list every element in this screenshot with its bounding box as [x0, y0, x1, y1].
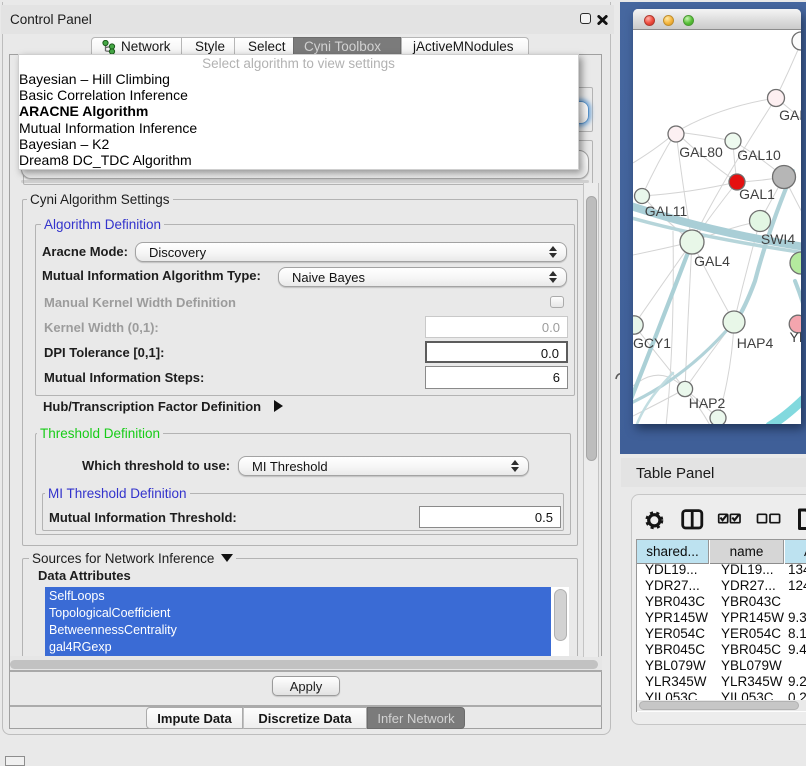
svg-text:SWI4: SWI4 [761, 231, 795, 247]
svg-text:YM: YM [790, 329, 802, 345]
svg-text:GAL80: GAL80 [679, 144, 723, 160]
svg-text:GAL10: GAL10 [737, 147, 781, 163]
svg-text:GCY1: GCY1 [633, 335, 671, 351]
svg-text:GAL4: GAL4 [694, 253, 730, 269]
svg-text:GAL2: GAL2 [779, 107, 801, 123]
svg-text:HAP4: HAP4 [737, 335, 774, 351]
svg-text:HAP2: HAP2 [689, 395, 726, 411]
svg-text:GAL1: GAL1 [739, 186, 775, 202]
svg-text:GAL11: GAL11 [645, 203, 688, 219]
